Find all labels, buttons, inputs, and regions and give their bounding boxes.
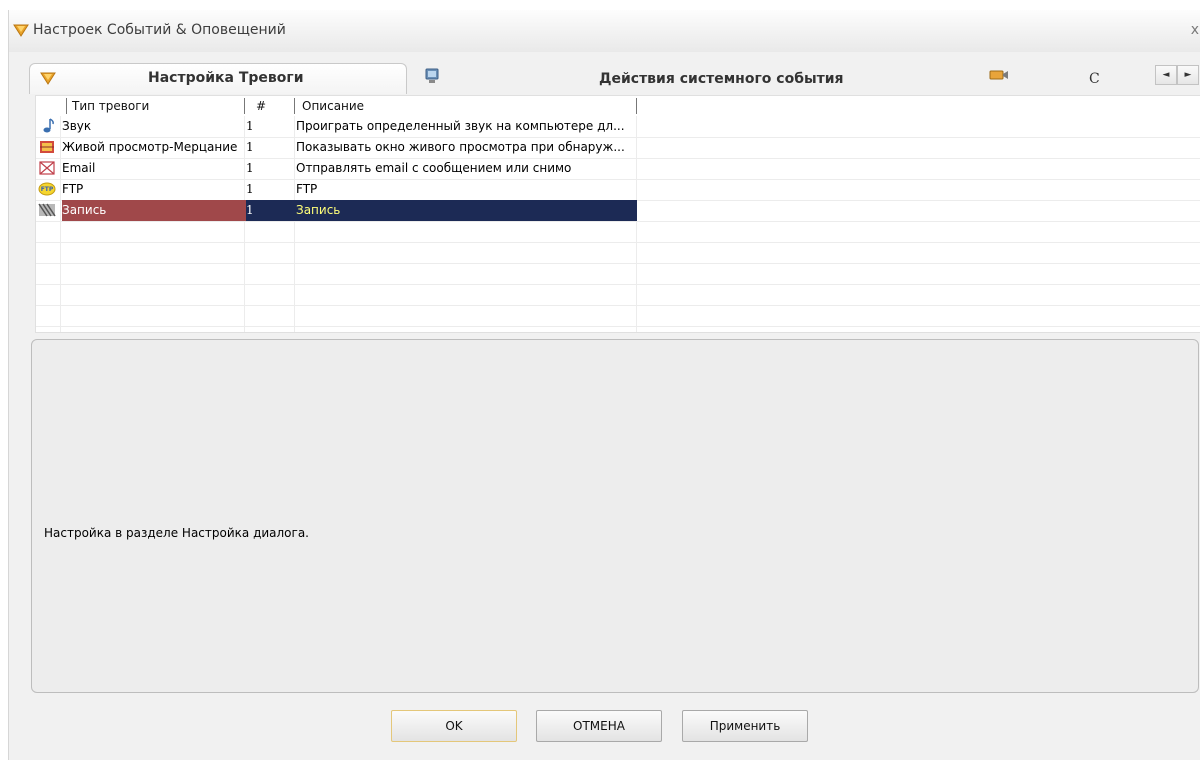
- app-bell-icon: [13, 23, 29, 40]
- column-separator: [294, 98, 295, 114]
- table-row[interactable]: Живой просмотр-Мерцание 1 Показывать окн…: [36, 137, 1200, 159]
- ok-button[interactable]: OK: [391, 710, 517, 742]
- count-cell: 1: [246, 140, 254, 154]
- tab-strip: Настройка Тревоги Действия системного со…: [29, 63, 1200, 94]
- column-separator: [636, 98, 637, 114]
- column-header-number[interactable]: #: [256, 99, 266, 113]
- apply-button[interactable]: Применить: [682, 710, 808, 742]
- music-note-icon: [38, 118, 56, 134]
- live-view-flash-icon: [38, 139, 56, 155]
- alarm-type-cell: Email: [62, 161, 96, 175]
- count-cell: 1: [246, 119, 254, 133]
- detail-panel: Настройка в разделе Настройка диалога.: [31, 339, 1199, 693]
- count-cell: 1: [246, 203, 254, 217]
- tab-label: С: [1089, 71, 1100, 87]
- alarm-type-cell: FTP: [62, 182, 84, 196]
- count-cell: 1: [246, 161, 254, 175]
- tab-scroll-left-button[interactable]: ◄: [1155, 65, 1177, 85]
- description-cell: Проиграть определенный звук на компьютер…: [296, 119, 625, 133]
- description-cell: Отправлять email с сообщением или снимо: [296, 161, 572, 175]
- tab-alarm-settings[interactable]: Настройка Тревоги: [29, 63, 407, 94]
- record-icon: [38, 202, 56, 218]
- camera-icon: [989, 69, 1009, 84]
- tab-label: Действия системного события: [599, 71, 844, 87]
- table-row[interactable]: FTP FTP 1 FTP: [36, 179, 1200, 201]
- dialog-window: Настроек Событий & Оповещений x Настройк…: [8, 10, 1200, 760]
- envelope-icon: [38, 160, 56, 176]
- table-row[interactable]: Звук 1 Проиграть определенный звук на ко…: [36, 116, 1200, 138]
- table-row-empty: [36, 263, 1200, 285]
- tab-scroll-right-button[interactable]: ►: [1177, 65, 1199, 85]
- tab-system-event-actions[interactable]: Действия системного события: [417, 63, 977, 91]
- close-button[interactable]: x: [1191, 22, 1199, 38]
- alarm-type-cell: Звук: [62, 119, 92, 133]
- column-header-description[interactable]: Описание: [302, 99, 364, 113]
- tab-camera[interactable]: С: [987, 63, 1137, 91]
- monitor-icon: [425, 68, 439, 87]
- tab-scroll-arrows: ◄ ►: [1155, 65, 1199, 85]
- column-separator: [66, 98, 67, 114]
- column-header-alarm-type[interactable]: Тип тревоги: [72, 99, 149, 113]
- alarm-bell-icon: [40, 71, 56, 88]
- description-cell: Запись: [296, 203, 341, 217]
- detail-text: Настройка в разделе Настройка диалога.: [44, 526, 309, 540]
- alarm-type-cell: Живой просмотр-Мерцание: [62, 140, 238, 154]
- description-cell: FTP: [296, 182, 318, 196]
- alarm-type-table: Тип тревоги # Описание Звук 1 Проиграть …: [35, 95, 1200, 333]
- svg-text:FTP: FTP: [41, 186, 54, 193]
- ftp-icon: FTP: [38, 181, 56, 197]
- count-cell: 1: [246, 182, 254, 196]
- table-row[interactable]: Email 1 Отправлять email с сообщением ил…: [36, 158, 1200, 180]
- window-title: Настроек Событий & Оповещений: [33, 22, 286, 38]
- table-row-empty: [36, 305, 1200, 327]
- table-row-empty: [36, 242, 1200, 264]
- description-cell: Показывать окно живого просмотра при обн…: [296, 140, 625, 154]
- table-row-empty: [36, 284, 1200, 306]
- tab-label: Настройка Тревоги: [148, 70, 304, 86]
- column-separator: [244, 98, 245, 114]
- title-bar[interactable]: Настроек Событий & Оповещений x: [9, 10, 1200, 52]
- table-header: Тип тревоги # Описание: [36, 96, 1200, 116]
- table-row-selected[interactable]: Запись 1 Запись: [36, 200, 1200, 222]
- alarm-type-cell: Запись: [62, 203, 107, 217]
- table-row-empty: [36, 221, 1200, 243]
- cancel-button[interactable]: ОТМЕНА: [536, 710, 662, 742]
